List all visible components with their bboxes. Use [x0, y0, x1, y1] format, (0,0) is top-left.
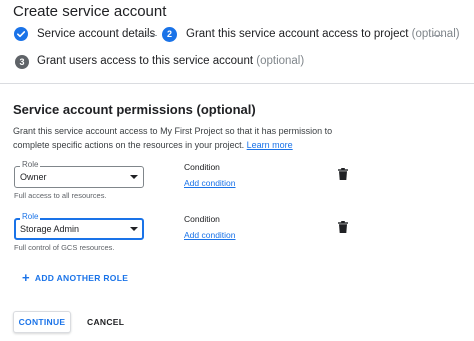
check-circle-icon [14, 27, 28, 41]
dropdown-arrow-icon [130, 175, 138, 179]
step-2-label[interactable]: Grant this service account access to pro… [186, 28, 460, 40]
role-field-label: Role [20, 160, 41, 169]
step-3-label[interactable]: Grant users access to this service accou… [37, 55, 304, 67]
header-divider [0, 83, 474, 84]
continue-button[interactable]: CONTINUE [13, 311, 71, 333]
add-condition-link[interactable]: Add condition [184, 178, 236, 188]
role-select-value: Storage Admin [20, 224, 80, 234]
step-3-number: 3 [15, 55, 29, 69]
step-divider [146, 35, 157, 36]
step-3-title: Grant users access to this service accou… [37, 55, 254, 67]
delete-icon[interactable] [338, 221, 348, 233]
add-role-label: ADD ANOTHER ROLE [34, 273, 129, 283]
step-3-optional: (optional) [256, 55, 305, 67]
role-select-value: Owner [20, 172, 47, 182]
condition-label: Condition [184, 214, 220, 224]
delete-icon[interactable] [338, 168, 348, 180]
plus-icon: + [22, 270, 30, 285]
role-helper-text: Full access to all resources. [14, 191, 107, 200]
add-condition-link[interactable]: Add condition [184, 230, 236, 240]
cancel-button[interactable]: CANCEL [79, 311, 132, 333]
role-field-label: Role [20, 212, 41, 221]
add-another-role-button[interactable]: + ADD ANOTHER ROLE [22, 270, 128, 285]
section-description: Grant this service account access to My … [13, 124, 343, 152]
step-2-optional: (optional) [411, 28, 460, 40]
role-helper-text: Full control of GCS resources. [14, 243, 115, 252]
condition-label: Condition [184, 162, 220, 172]
step-divider [432, 35, 443, 36]
page-title: Create service account [13, 3, 167, 20]
learn-more-link[interactable]: Learn more [247, 140, 293, 150]
step-2-number: 2 [162, 27, 177, 42]
step-1-label[interactable]: Service account details [37, 28, 155, 40]
dropdown-arrow-icon [130, 227, 138, 231]
section-title: Service account permissions (optional) [13, 102, 256, 117]
step-2-title: Grant this service account access to pro… [186, 28, 409, 40]
